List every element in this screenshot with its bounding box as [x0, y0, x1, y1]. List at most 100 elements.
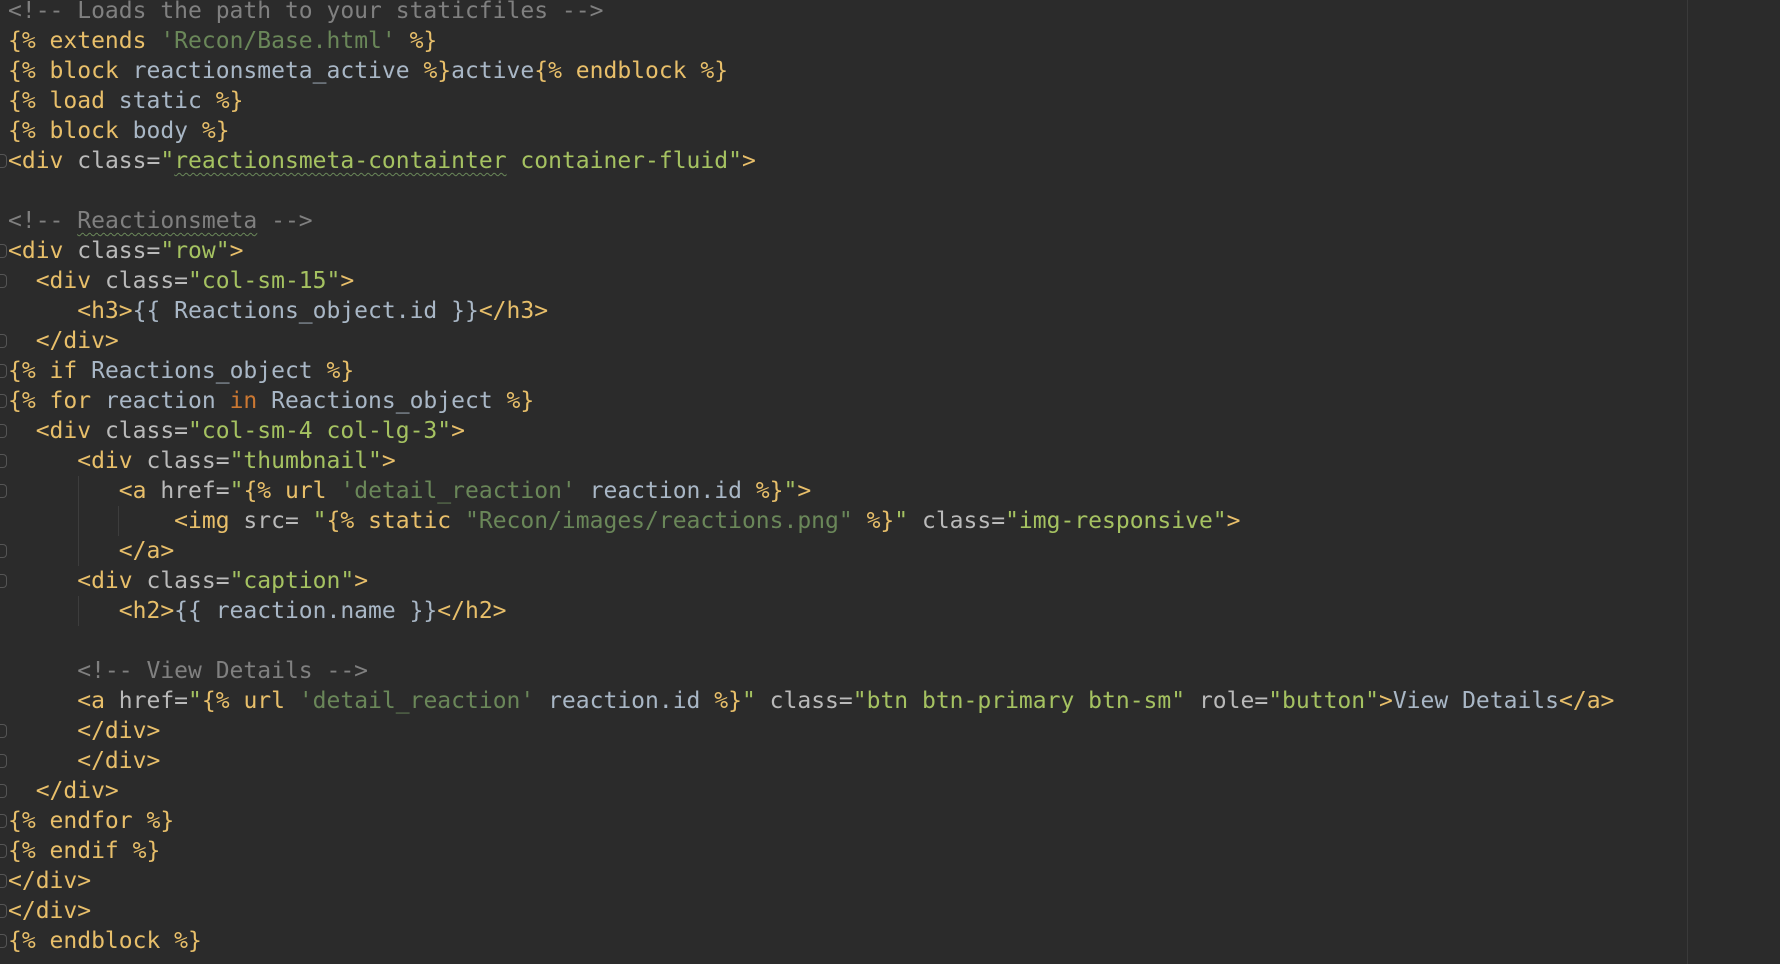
code-line[interactable]: <div class="caption"> — [0, 566, 1780, 596]
code-token: "caption" — [229, 568, 355, 594]
fold-marker-icon[interactable] — [0, 334, 7, 348]
code-line[interactable]: </a> — [0, 536, 1780, 566]
fold-marker-icon[interactable] — [0, 934, 7, 948]
code-token: {% — [8, 358, 50, 384]
code-token: {% — [243, 478, 285, 504]
code-token: <div — [8, 418, 105, 444]
code-token: <div — [8, 268, 105, 294]
code-token: in — [229, 388, 272, 414]
fold-marker-icon[interactable] — [0, 904, 7, 918]
code-line[interactable]: {% endfor %} — [0, 806, 1780, 836]
fold-marker-icon[interactable] — [0, 844, 7, 858]
code-token: {% — [8, 88, 50, 114]
code-line[interactable]: {% if Reactions_object %} — [0, 356, 1780, 386]
code-token: %} — [686, 58, 729, 84]
code-line[interactable] — [8, 626, 1780, 656]
right-margin-guide — [1687, 0, 1688, 964]
code-token: class= — [77, 238, 161, 264]
code-token: class= — [755, 688, 853, 714]
code-line[interactable]: </div> — [0, 746, 1780, 776]
code-line[interactable]: <h2>{{ reaction.name }}</h2> — [8, 596, 1780, 626]
fold-marker-icon[interactable] — [0, 364, 7, 378]
code-token: static — [368, 508, 465, 534]
code-line[interactable]: {% load static %} — [8, 86, 1780, 116]
code-token: > — [451, 418, 465, 444]
code-line[interactable] — [8, 176, 1780, 206]
code-token: endif — [49, 838, 133, 864]
fold-marker-icon[interactable] — [0, 754, 7, 768]
code-line[interactable]: <!-- Reactionsmeta --> — [8, 206, 1780, 236]
code-line[interactable]: <h3>{{ Reactions_object.id }}</h3> — [8, 296, 1780, 326]
code-line[interactable]: <a href="{% url 'detail_reaction' reacti… — [8, 686, 1780, 716]
code-line[interactable]: {% extends 'Recon/Base.html' %} — [8, 26, 1780, 56]
code-token: > — [797, 478, 812, 504]
fold-marker-icon[interactable] — [0, 394, 7, 408]
code-token: "button" — [1268, 688, 1379, 714]
code-token: > — [340, 268, 355, 294]
code-line[interactable]: {% endblock %} — [0, 926, 1780, 956]
code-line[interactable]: {% block reactionsmeta_active %}active{%… — [8, 56, 1780, 86]
code-token: <a — [8, 478, 161, 504]
code-token: %} — [146, 808, 175, 834]
code-line[interactable]: <a href="{% url 'detail_reaction' reacti… — [0, 476, 1780, 506]
code-token: > — [1378, 688, 1393, 714]
code-editor[interactable]: <!-- Loads the path to your staticfiles … — [0, 0, 1780, 964]
code-line[interactable]: <div class="thumbnail"> — [0, 446, 1780, 476]
code-lines[interactable]: <!-- Loads the path to your staticfiles … — [0, 0, 1780, 956]
code-line[interactable]: <div class="row"> — [0, 236, 1780, 266]
fold-marker-icon[interactable] — [0, 424, 7, 438]
code-token: reaction.id — [575, 478, 756, 504]
fold-marker-icon[interactable] — [0, 454, 7, 468]
code-token: "btn btn-primary btn-sm" — [852, 688, 1186, 714]
fold-marker-icon[interactable] — [0, 154, 7, 168]
code-line[interactable]: <div class="col-sm-15"> — [0, 266, 1780, 296]
code-token: > — [381, 448, 396, 474]
code-line[interactable]: </div> — [0, 866, 1780, 896]
code-token: {% — [8, 838, 50, 864]
code-line[interactable]: </div> — [0, 776, 1780, 806]
code-token: reactionsmeta-containter — [174, 148, 507, 174]
code-token: <!-- View Details --> — [8, 658, 369, 684]
code-line[interactable]: <img src= "{% static "Recon/images/react… — [8, 506, 1780, 536]
code-token: class= — [908, 508, 1006, 534]
fold-marker-icon[interactable] — [0, 724, 7, 738]
fold-marker-icon[interactable] — [0, 544, 7, 558]
fold-marker-icon[interactable] — [0, 274, 7, 288]
code-token: {% — [8, 808, 50, 834]
code-token: <h2> — [8, 598, 175, 624]
code-token: Reactionsmeta — [77, 208, 258, 234]
code-token: 'Recon/Base.html' — [160, 28, 396, 54]
fold-marker-icon[interactable] — [0, 874, 7, 888]
code-token: container-fluid" — [506, 148, 742, 174]
code-token: <!-- — [8, 208, 78, 234]
code-token: %} — [423, 58, 452, 84]
code-line[interactable]: <div class="col-sm-4 col-lg-3"> — [0, 416, 1780, 446]
code-token: src= — [243, 508, 313, 534]
fold-marker-icon[interactable] — [0, 244, 7, 258]
code-line[interactable]: </div> — [0, 716, 1780, 746]
code-token: </div> — [8, 868, 92, 894]
fold-marker-icon[interactable] — [0, 574, 7, 588]
code-token: </div> — [8, 328, 119, 354]
fold-marker-icon[interactable] — [0, 484, 7, 498]
code-token: extends — [49, 28, 161, 54]
code-token: %} — [852, 508, 895, 534]
code-line[interactable]: </div> — [0, 326, 1780, 356]
code-line[interactable]: <!-- View Details --> — [8, 656, 1780, 686]
code-token: </div> — [8, 718, 161, 744]
code-token: %} — [395, 28, 438, 54]
code-line[interactable]: <div class="reactionsmeta-containter con… — [0, 146, 1780, 176]
code-token: <img — [8, 508, 244, 534]
code-line[interactable]: {% for reaction in Reactions_object %} — [0, 386, 1780, 416]
code-line[interactable]: {% endif %} — [0, 836, 1780, 866]
fold-marker-icon[interactable] — [0, 814, 7, 828]
code-line[interactable]: </div> — [0, 896, 1780, 926]
code-line[interactable]: <!-- Loads the path to your staticfiles … — [8, 0, 1780, 26]
fold-marker-icon[interactable] — [0, 784, 7, 798]
code-token: endblock — [575, 58, 687, 84]
code-token: " — [160, 148, 175, 174]
code-token: <div — [8, 568, 147, 594]
code-line[interactable]: {% block body %} — [8, 116, 1780, 146]
code-token: <a — [8, 688, 119, 714]
code-token: url — [243, 688, 299, 714]
